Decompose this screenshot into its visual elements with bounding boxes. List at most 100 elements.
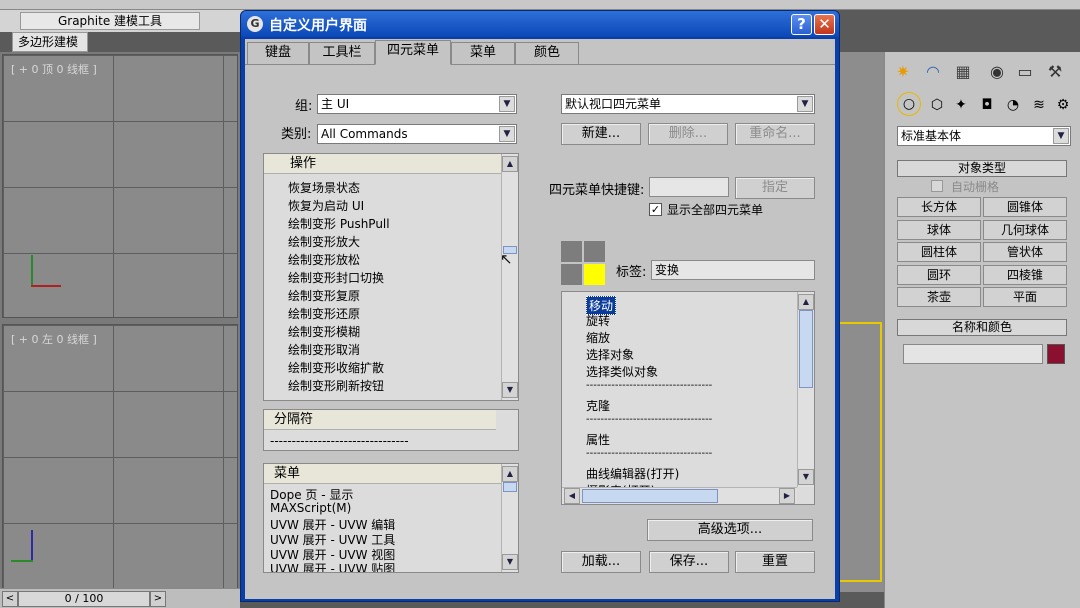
new-button[interactable]: 新建... — [561, 123, 641, 145]
plane-button[interactable]: 平面 — [983, 287, 1067, 307]
tab-menus[interactable]: 菜单 — [451, 42, 515, 64]
tree-separator[interactable]: ----------------------------------- — [586, 448, 712, 459]
top-viewport[interactable]: [ + 0 顶 0 线框 ] — [2, 54, 238, 318]
systems-icon[interactable]: ⚙ — [1049, 92, 1077, 118]
tree-item[interactable]: 缩放 — [586, 329, 610, 346]
tag-input[interactable]: 变换 — [651, 260, 815, 280]
cone-button[interactable]: 圆锥体 — [983, 197, 1067, 217]
quad-top-left[interactable] — [561, 241, 582, 262]
name-color-rollout-header[interactable]: 名称和颜色 — [897, 319, 1067, 336]
dialog-titlebar[interactable]: G 自定义用户界面 ? ✕ — [241, 11, 839, 37]
viewport-label[interactable]: [ + 0 顶 0 线框 ] — [11, 61, 97, 77]
close-button[interactable]: ✕ — [814, 14, 835, 35]
delete-button[interactable]: 删除... — [648, 123, 728, 145]
list-item[interactable]: 恢复为启动 UI — [288, 197, 364, 214]
torus-button[interactable]: 圆环 — [897, 265, 981, 285]
category-select[interactable]: All Commands ▼ — [317, 124, 517, 144]
object-color-swatch[interactable] — [1047, 344, 1065, 364]
list-item[interactable]: 绘制变形放松 — [288, 251, 360, 268]
tree-item[interactable]: 曲线编辑器(打开) — [586, 465, 679, 482]
geosphere-button[interactable]: 几何球体 — [983, 220, 1067, 240]
tree-separator[interactable]: ----------------------------------- — [586, 414, 712, 425]
tab-colors[interactable]: 颜色 — [515, 42, 579, 64]
separator-item[interactable]: -------------------------------- — [270, 434, 409, 448]
assign-button[interactable]: 指定 — [735, 177, 815, 199]
utilities-tab-icon[interactable]: ⚒ — [1041, 58, 1069, 84]
separator-list-header[interactable]: 分隔符 — [264, 410, 496, 430]
quad-top-right[interactable] — [584, 241, 605, 262]
actions-list-header[interactable]: 操作 — [264, 154, 518, 174]
motion-tab-icon[interactable]: ◉ — [983, 58, 1011, 84]
sphere-button[interactable]: 球体 — [897, 220, 981, 240]
scroll-down-icon[interactable]: ▼ — [502, 554, 518, 570]
tree-item[interactable]: 选择对象 — [586, 346, 634, 363]
scroll-thumb[interactable] — [582, 489, 718, 503]
object-type-rollout-header[interactable]: 对象类型 — [897, 160, 1067, 177]
separator-list[interactable]: 分隔符 -------------------------------- — [263, 409, 519, 451]
help-button[interactable]: ? — [791, 14, 812, 35]
quad-shortcut-input[interactable] — [649, 177, 729, 197]
poly-modeling-tab[interactable]: 多边形建模 — [12, 32, 88, 52]
tube-button[interactable]: 管状体 — [983, 242, 1067, 262]
list-item[interactable]: 绘制变形封口切换 — [288, 269, 384, 286]
tree-vertical-scrollbar[interactable]: ▲ ▼ — [797, 292, 814, 487]
pyramid-button[interactable]: 四棱锥 — [983, 265, 1067, 285]
tab-keyboard[interactable]: 键盘 — [247, 42, 309, 64]
group-select[interactable]: 主 UI ▼ — [317, 94, 517, 114]
lights-icon[interactable]: ✦ — [947, 92, 975, 118]
box-button[interactable]: 长方体 — [897, 197, 981, 217]
rename-button[interactable]: 重命名... — [735, 123, 815, 145]
list-item[interactable]: 绘制变形取消 — [288, 341, 360, 358]
left-viewport[interactable]: [ + 0 左 0 线框 ] — [2, 324, 238, 592]
quad-menu-select[interactable]: 默认视口四元菜单 ▼ — [561, 94, 815, 114]
cameras-icon[interactable]: ◘ — [973, 92, 1001, 118]
actions-list[interactable]: 操作 恢复场景状态 恢复为启动 UI 绘制变形 PushPull 绘制变形放大 … — [263, 153, 519, 401]
create-tab-icon[interactable]: ✷ — [889, 58, 917, 84]
advanced-options-button[interactable]: 高级选项... — [647, 519, 813, 541]
load-button[interactable]: 加载... — [561, 551, 641, 573]
menus-list-header[interactable]: 菜单 — [264, 464, 518, 484]
primitive-category-select[interactable]: 标准基本体 ▼ — [897, 126, 1071, 146]
list-item[interactable]: 绘制变形收缩扩散 — [288, 359, 384, 376]
quad-bottom-right[interactable] — [584, 264, 605, 285]
show-all-checkbox[interactable]: ✓ — [649, 203, 662, 216]
helpers-icon[interactable]: ◔ — [999, 92, 1027, 118]
modify-tab-icon[interactable]: ◠ — [919, 58, 947, 84]
scroll-up-icon[interactable]: ▲ — [502, 156, 518, 172]
list-item[interactable]: 恢复场景状态 — [288, 179, 360, 196]
scroll-down-icon[interactable]: ▼ — [502, 382, 518, 398]
scroll-thumb[interactable] — [503, 482, 517, 492]
timeline-next-button[interactable]: > — [150, 591, 166, 607]
quad-bottom-left[interactable] — [561, 264, 582, 285]
reset-button[interactable]: 重置 — [735, 551, 815, 573]
list-item[interactable]: 绘制变形 PushPull — [288, 215, 390, 232]
timeline-prev-button[interactable]: < — [2, 591, 18, 607]
tree-separator[interactable]: ----------------------------------- — [586, 380, 712, 391]
quad-items-tree[interactable]: 移动 旋转 缩放 选择对象 选择类似对象 -------------------… — [561, 291, 815, 505]
auto-grid-checkbox[interactable] — [931, 180, 943, 192]
tree-horizontal-scrollbar[interactable]: ◀ ▶ — [562, 487, 797, 504]
scroll-right-icon[interactable]: ▶ — [779, 488, 795, 504]
tree-item[interactable]: 选择类似对象 — [586, 363, 658, 380]
list-item[interactable]: 绘制变形刷新按钮 — [288, 377, 384, 394]
teapot-button[interactable]: 茶壶 — [897, 287, 981, 307]
list-item[interactable]: 绘制变形模糊 — [288, 323, 360, 340]
object-name-input[interactable] — [903, 344, 1043, 364]
list-item[interactable]: 绘制变形复原 — [288, 287, 360, 304]
list-item[interactable]: 绘制变形还原 — [288, 305, 360, 322]
scroll-thumb[interactable] — [799, 310, 813, 388]
actions-scrollbar[interactable]: ▲ ▼ — [501, 154, 518, 400]
tree-item[interactable]: 旋转 — [586, 312, 610, 329]
scroll-down-icon[interactable]: ▼ — [798, 469, 814, 485]
viewport-label[interactable]: [ + 0 左 0 线框 ] — [11, 331, 97, 347]
scroll-left-icon[interactable]: ◀ — [564, 488, 580, 504]
scroll-up-icon[interactable]: ▲ — [502, 466, 518, 482]
tab-quad-menus[interactable]: 四元菜单 — [375, 40, 451, 65]
list-item[interactable]: MAXScript(M) — [270, 501, 351, 515]
menus-scrollbar[interactable]: ▲ ▼ — [501, 464, 518, 572]
time-slider[interactable]: 0 / 100 — [18, 591, 150, 607]
tree-item[interactable]: 克隆 — [586, 397, 610, 414]
menus-list[interactable]: 菜单 Dope 页 - 显示 MAXScript(M) UVW 展开 - UVW… — [263, 463, 519, 573]
graphite-ribbon-tab[interactable]: Graphite 建模工具 — [20, 12, 200, 30]
perspective-viewport[interactable] — [838, 52, 884, 592]
